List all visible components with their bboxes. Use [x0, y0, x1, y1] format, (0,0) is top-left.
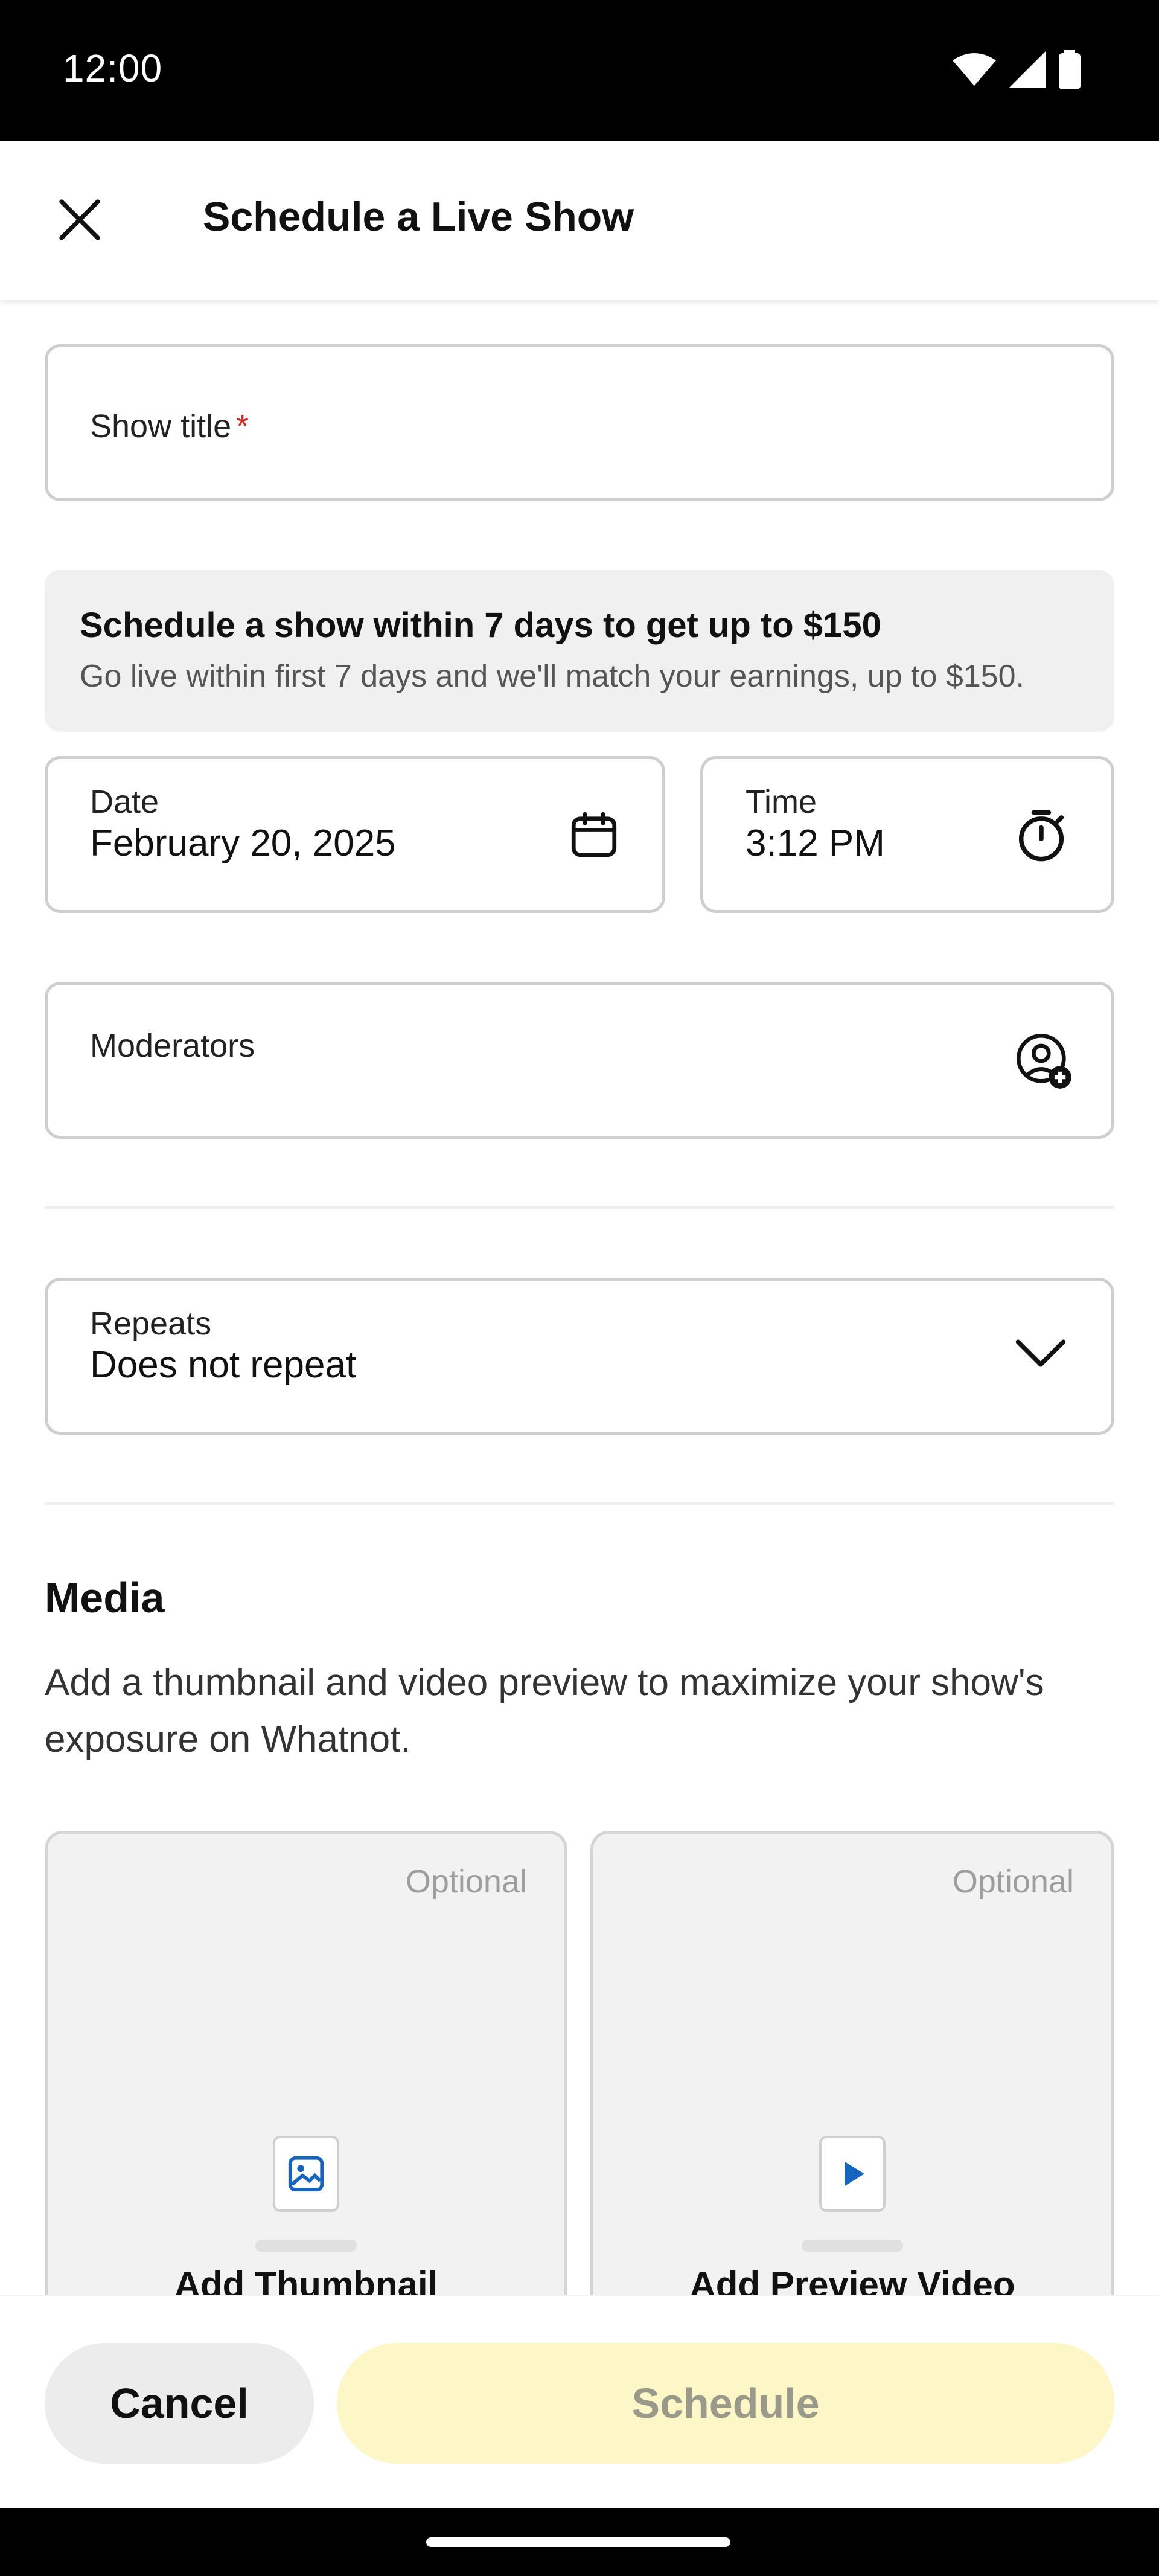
repeats-value: Does not repeat: [90, 1344, 357, 1386]
required-marker: *: [236, 408, 249, 444]
divider: [45, 1502, 1114, 1505]
schedule-button[interactable]: Schedule: [337, 2343, 1114, 2464]
play-icon: [819, 2136, 886, 2212]
media-description: Add a thumbnail and video preview to max…: [45, 1662, 1044, 1760]
close-button[interactable]: [49, 190, 110, 250]
add-moderator-icon[interactable]: [1014, 1031, 1074, 1091]
icon-shadow: [255, 2240, 357, 2252]
time-field[interactable]: Time 3:12 PM: [700, 756, 1114, 913]
status-time: 12:00: [63, 46, 163, 90]
image-icon: [273, 2136, 339, 2212]
optional-badge: Optional: [405, 1863, 527, 1900]
add-preview-video-card[interactable]: Optional Add Preview Video: [590, 1831, 1114, 2314]
show-title-label-text: Show title: [90, 408, 232, 444]
bottom-action-bar: Cancel Schedule: [0, 2295, 1159, 2510]
time-value: 3:12 PM: [746, 822, 885, 864]
page-title: Schedule a Live Show: [203, 194, 634, 240]
home-gesture-handle[interactable]: [426, 2537, 730, 2547]
signal-icon: [1009, 51, 1046, 88]
repeats-label: Repeats: [90, 1306, 212, 1342]
divider: [45, 1206, 1114, 1209]
cancel-button[interactable]: Cancel: [45, 2343, 314, 2464]
media-section-title: Media: [45, 1574, 165, 1621]
calendar-icon[interactable]: [567, 807, 621, 862]
promo-subtext: Go live within first 7 days and we'll ma…: [80, 659, 1024, 694]
wifi-icon: [953, 53, 996, 86]
timer-icon[interactable]: [1011, 805, 1071, 865]
status-icons: [953, 48, 1081, 91]
battery-icon: [1059, 50, 1081, 89]
icon-shadow: [802, 2240, 903, 2252]
app-bar: Schedule a Live Show: [0, 141, 1159, 301]
show-title-label: Show title *: [90, 408, 249, 445]
show-title-field[interactable]: Show title *: [45, 344, 1114, 501]
promo-banner: Schedule a show within 7 days to get up …: [45, 570, 1114, 732]
system-nav-bar: [0, 2508, 1159, 2576]
chevron-down-icon: [1015, 1339, 1066, 1367]
moderators-label: Moderators: [90, 1028, 255, 1064]
promo-headline: Schedule a show within 7 days to get up …: [80, 606, 881, 645]
date-label: Date: [90, 784, 159, 820]
date-value: February 20, 2025: [90, 822, 396, 864]
add-thumbnail-card[interactable]: Optional Add Thumbnail: [45, 1831, 567, 2314]
repeats-select[interactable]: Repeats Does not repeat: [45, 1278, 1114, 1435]
status-bar: 12:00: [0, 0, 1159, 141]
moderators-field[interactable]: Moderators: [45, 982, 1114, 1139]
close-icon: [59, 199, 100, 240]
time-label: Time: [746, 784, 817, 820]
date-field[interactable]: Date February 20, 2025: [45, 756, 665, 913]
optional-badge: Optional: [952, 1863, 1074, 1900]
